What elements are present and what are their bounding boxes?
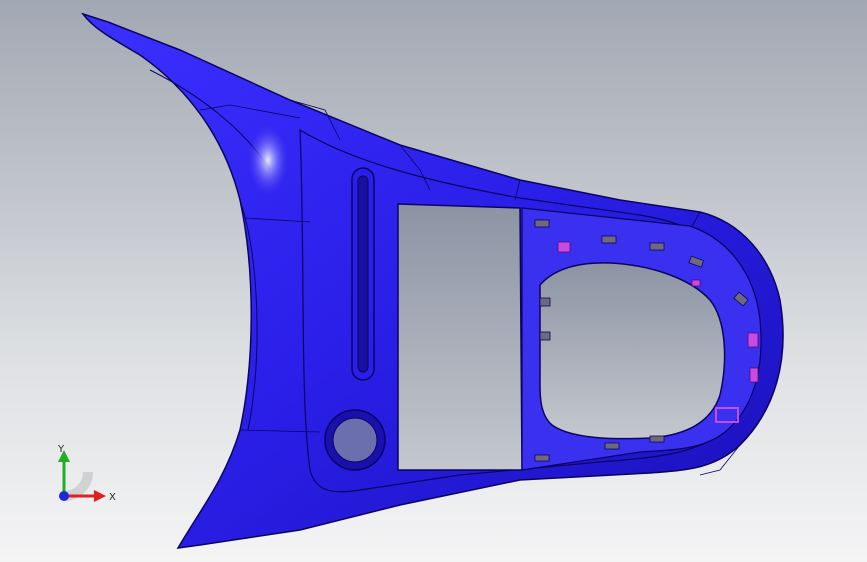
- display-window-cutout: [397, 203, 523, 471]
- shifter-opening: [539, 262, 726, 440]
- surface-highlight: [246, 122, 290, 198]
- triad-x-label: X: [109, 492, 116, 503]
- cad-model-scene[interactable]: [0, 0, 867, 562]
- triad-y-label: Y: [57, 444, 65, 455]
- z-axis-dot: [59, 491, 69, 501]
- coordinate-triad: Y X: [57, 444, 116, 503]
- graphics-viewport[interactable]: Y X: [0, 0, 867, 562]
